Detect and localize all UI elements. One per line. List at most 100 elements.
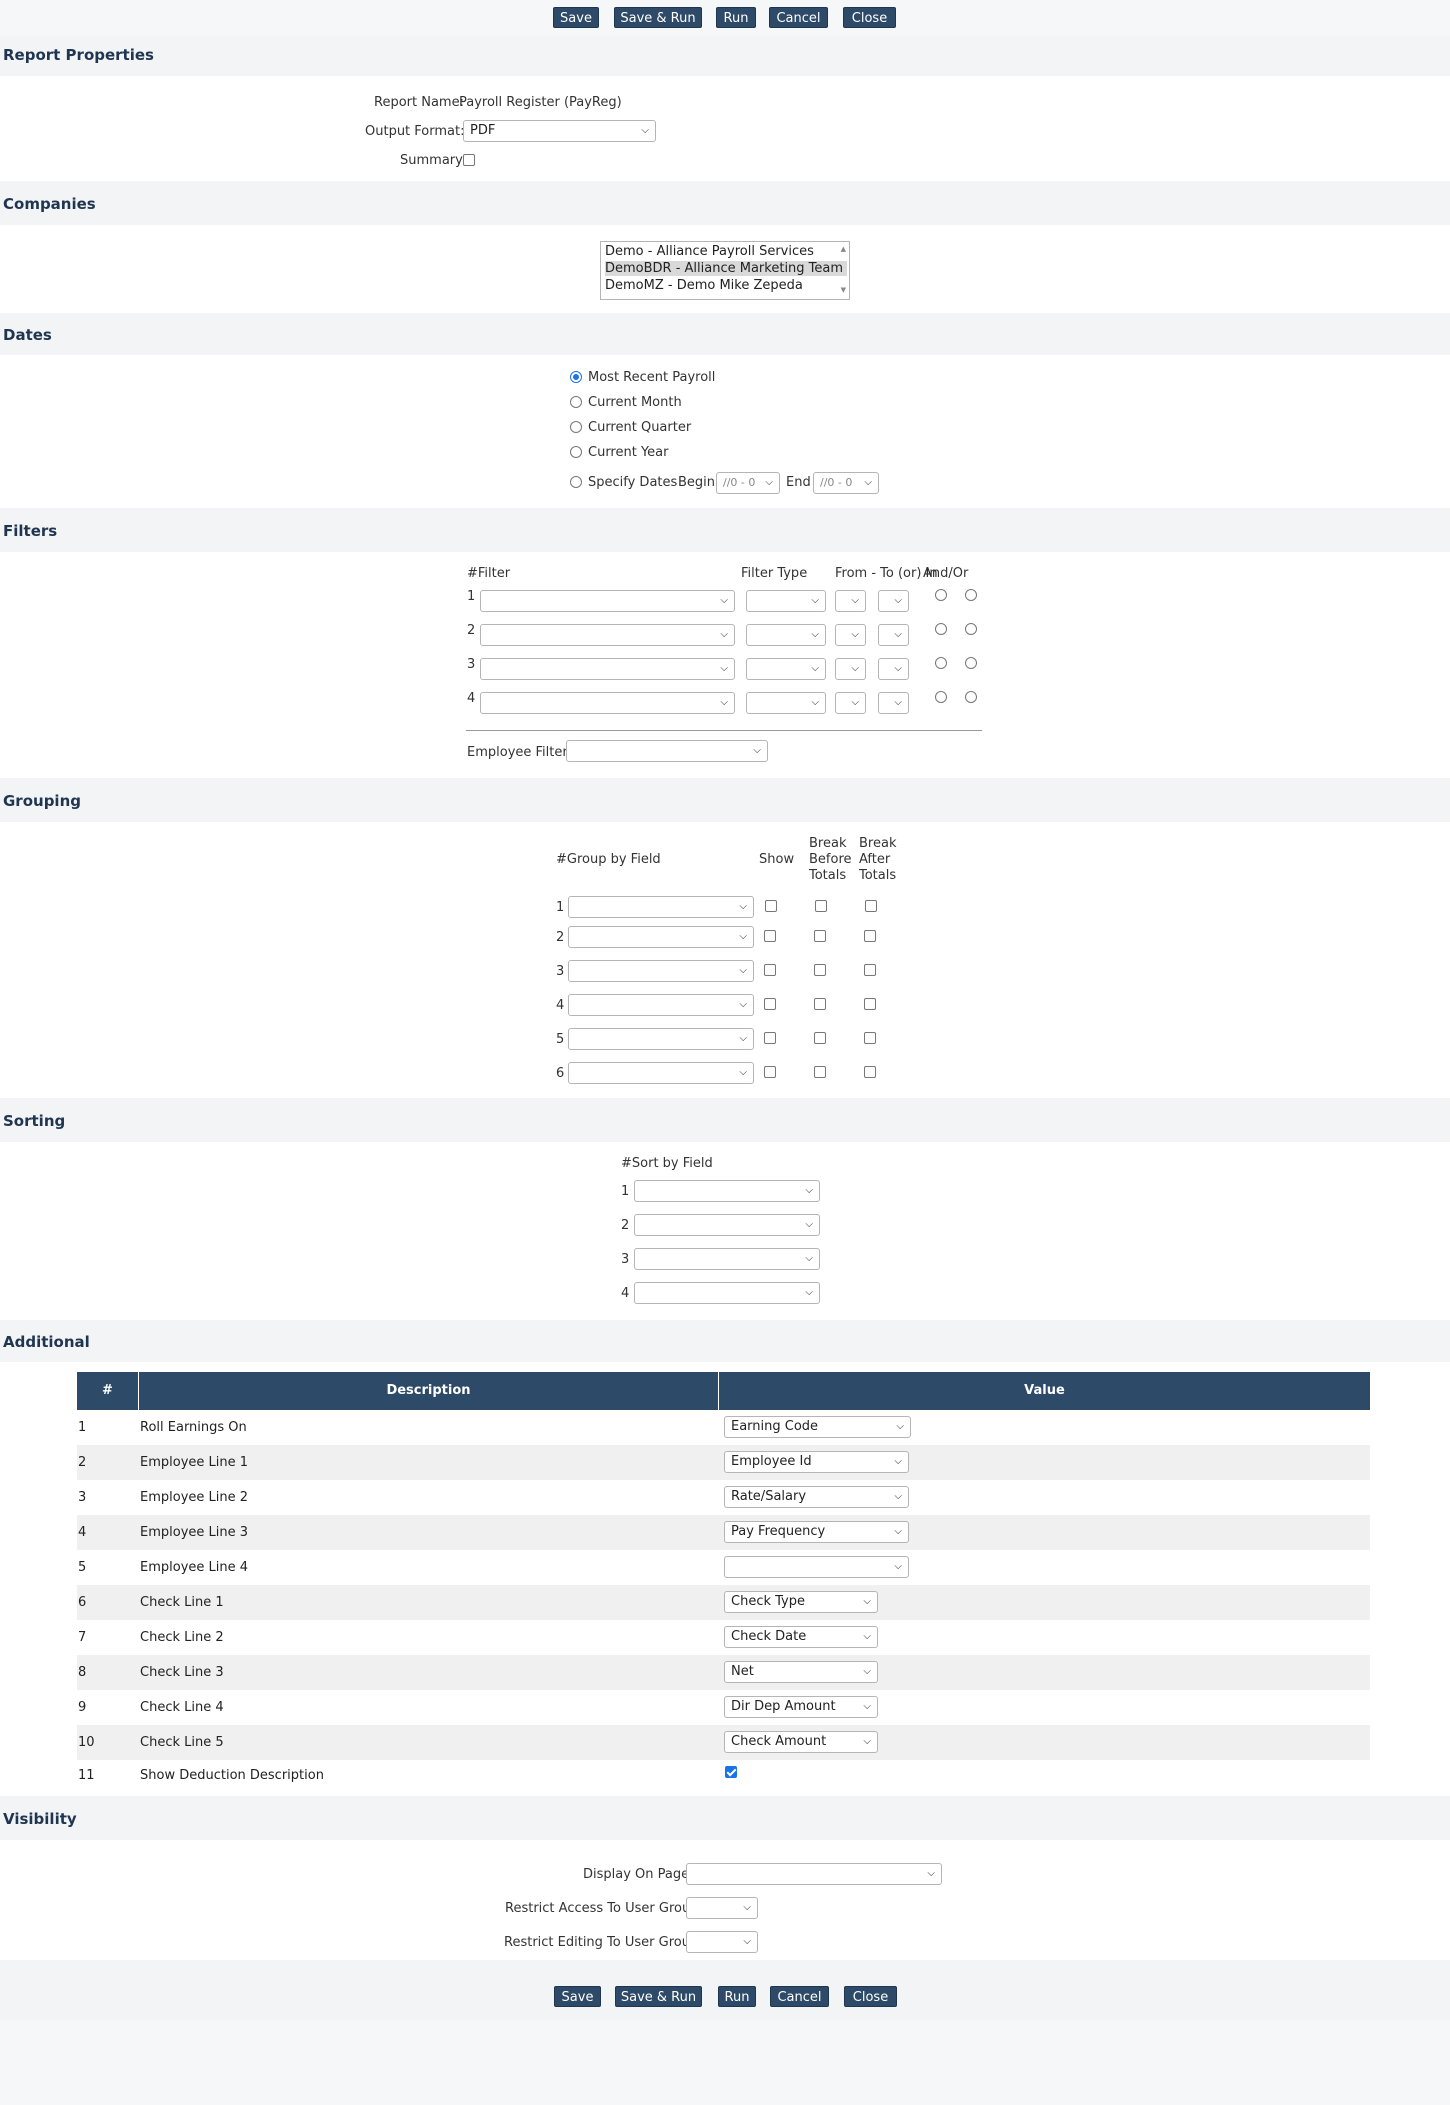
filter-field-select[interactable]: ⌵ bbox=[480, 692, 735, 714]
group-show-checkbox[interactable] bbox=[764, 964, 776, 976]
filter-type-select[interactable]: ⌵ bbox=[746, 590, 826, 612]
scroll-down-icon[interactable]: ▼ bbox=[841, 286, 846, 294]
summary-checkbox[interactable] bbox=[463, 154, 475, 166]
restrict-access-select[interactable]: ⌵ bbox=[686, 1897, 758, 1919]
employee-filter-select[interactable]: ⌵ bbox=[566, 740, 768, 762]
filter-from-select[interactable]: ⌵ bbox=[835, 624, 866, 646]
group-break-before-checkbox[interactable] bbox=[814, 1066, 826, 1078]
filter-or-radio[interactable] bbox=[965, 691, 977, 703]
group-break-after-checkbox[interactable] bbox=[864, 930, 876, 942]
save-button[interactable]: Save bbox=[553, 7, 599, 28]
filter-or-radio[interactable] bbox=[965, 623, 977, 635]
employee-line-4-select[interactable]: ⌵ bbox=[724, 1556, 909, 1578]
group-break-after-checkbox[interactable] bbox=[864, 1066, 876, 1078]
list-item[interactable]: Demo - Alliance Payroll Services bbox=[605, 244, 814, 259]
group-field-select[interactable]: ⌵ bbox=[568, 1028, 754, 1050]
run-button[interactable]: Run bbox=[716, 7, 756, 28]
close-button[interactable]: Close bbox=[843, 7, 896, 28]
run-button[interactable]: Run bbox=[718, 1986, 756, 2007]
check-line-3-select[interactable]: Net ⌵ bbox=[724, 1661, 878, 1683]
sort-field-select[interactable]: ⌵ bbox=[634, 1214, 820, 1236]
cancel-button[interactable]: Cancel bbox=[770, 1986, 829, 2007]
show-deduction-description-checkbox[interactable] bbox=[725, 1766, 737, 1778]
save-and-run-button[interactable]: Save & Run bbox=[614, 7, 702, 28]
chevron-down-icon: ⌵ bbox=[739, 999, 747, 1010]
group-break-after-checkbox[interactable] bbox=[864, 998, 876, 1010]
filter-type-select[interactable]: ⌵ bbox=[746, 624, 826, 646]
filter-and-radio[interactable] bbox=[935, 623, 947, 635]
employee-line-3-select[interactable]: Pay Frequency ⌵ bbox=[724, 1521, 909, 1543]
filter-to-select[interactable]: ⌵ bbox=[878, 658, 909, 680]
group-break-before-checkbox[interactable] bbox=[814, 964, 826, 976]
table-row: 11 Show Deduction Description bbox=[77, 1760, 1370, 1792]
save-button[interactable]: Save bbox=[554, 1986, 601, 2007]
specify-dates-radio[interactable] bbox=[570, 476, 582, 488]
current-year-radio[interactable] bbox=[570, 446, 582, 458]
companies-body: Demo - Alliance Payroll Services DemoBDR… bbox=[0, 225, 1450, 313]
table-row: 1 Roll Earnings On Earning Code ⌵ bbox=[77, 1410, 1370, 1445]
employee-line-1-select[interactable]: Employee Id ⌵ bbox=[724, 1451, 909, 1473]
filter-or-radio[interactable] bbox=[965, 589, 977, 601]
sort-field-select[interactable]: ⌵ bbox=[634, 1282, 820, 1304]
close-button[interactable]: Close bbox=[844, 1986, 897, 2007]
group-field-select[interactable]: ⌵ bbox=[568, 1062, 754, 1084]
check-line-1-select[interactable]: Check Type ⌵ bbox=[724, 1591, 878, 1613]
group-show-checkbox[interactable] bbox=[765, 900, 777, 912]
current-quarter-radio[interactable] bbox=[570, 421, 582, 433]
group-break-after-checkbox[interactable] bbox=[864, 964, 876, 976]
group-field-select[interactable]: ⌵ bbox=[568, 960, 754, 982]
filter-field-select[interactable]: ⌵ bbox=[480, 590, 735, 612]
group-break-after-checkbox[interactable] bbox=[865, 900, 877, 912]
group-break-after-checkbox[interactable] bbox=[864, 1032, 876, 1044]
filter-to-select[interactable]: ⌵ bbox=[878, 624, 909, 646]
filter-to-select[interactable]: ⌵ bbox=[878, 692, 909, 714]
filter-and-radio[interactable] bbox=[935, 589, 947, 601]
filter-or-radio[interactable] bbox=[965, 657, 977, 669]
display-on-page-select[interactable]: ⌵ bbox=[686, 1863, 942, 1885]
roll-earnings-on-select[interactable]: Earning Code ⌵ bbox=[724, 1416, 911, 1438]
most-recent-payroll-radio[interactable] bbox=[570, 371, 582, 383]
chevron-down-icon: ⌵ bbox=[720, 629, 728, 640]
group-field-select[interactable]: ⌵ bbox=[568, 896, 754, 918]
filter-field-select[interactable]: ⌵ bbox=[480, 658, 735, 680]
output-format-select[interactable]: PDF ⌵ bbox=[463, 120, 656, 142]
begin-date-select[interactable]: //0 - 0 ⌵ bbox=[716, 472, 780, 494]
filter-type-select[interactable]: ⌵ bbox=[746, 658, 826, 680]
cancel-button[interactable]: Cancel bbox=[769, 7, 828, 28]
check-line-2-select[interactable]: Check Date ⌵ bbox=[724, 1626, 878, 1648]
filter-from-select[interactable]: ⌵ bbox=[835, 590, 866, 612]
current-month-radio[interactable] bbox=[570, 396, 582, 408]
sort-field-select[interactable]: ⌵ bbox=[634, 1180, 820, 1202]
filter-type-select[interactable]: ⌵ bbox=[746, 692, 826, 714]
sort-field-select[interactable]: ⌵ bbox=[634, 1248, 820, 1270]
group-show-checkbox[interactable] bbox=[764, 1032, 776, 1044]
restrict-editing-select[interactable]: ⌵ bbox=[686, 1931, 758, 1953]
filter-and-radio[interactable] bbox=[935, 657, 947, 669]
scroll-up-icon[interactable]: ▲ bbox=[841, 245, 846, 253]
save-and-run-button[interactable]: Save & Run bbox=[615, 1986, 702, 2007]
table-row: 7 Check Line 2 Check Date ⌵ bbox=[77, 1620, 1370, 1655]
filter-to-select[interactable]: ⌵ bbox=[878, 590, 909, 612]
check-line-5-select[interactable]: Check Amount ⌵ bbox=[724, 1731, 878, 1753]
group-show-checkbox[interactable] bbox=[764, 930, 776, 942]
filter-and-radio[interactable] bbox=[935, 691, 947, 703]
companies-listbox[interactable]: Demo - Alliance Payroll Services DemoBDR… bbox=[600, 241, 850, 300]
group-break-before-checkbox[interactable] bbox=[815, 900, 827, 912]
group-field-select[interactable]: ⌵ bbox=[568, 994, 754, 1016]
group-break-before-checkbox[interactable] bbox=[814, 1032, 826, 1044]
group-break-before-checkbox[interactable] bbox=[814, 930, 826, 942]
group-break-before-checkbox[interactable] bbox=[814, 998, 826, 1010]
check-line-4-select[interactable]: Dir Dep Amount ⌵ bbox=[724, 1696, 878, 1718]
list-item[interactable]: DemoMZ - Demo Mike Zepeda bbox=[605, 278, 803, 293]
end-date-select[interactable]: //0 - 0 ⌵ bbox=[813, 472, 879, 494]
group-show-checkbox[interactable] bbox=[764, 1066, 776, 1078]
list-item[interactable]: DemoBDR - Alliance Marketing Team bbox=[605, 261, 848, 276]
employee-line-2-select[interactable]: Rate/Salary ⌵ bbox=[724, 1486, 909, 1508]
group-field-select[interactable]: ⌵ bbox=[568, 926, 754, 948]
sorting-body: #Sort by Field 1 ⌵ 2 ⌵ 3 ⌵ 4 ⌵ bbox=[0, 1142, 1450, 1320]
sorting-header: Sorting bbox=[0, 1098, 1450, 1142]
filter-field-select[interactable]: ⌵ bbox=[480, 624, 735, 646]
filter-from-select[interactable]: ⌵ bbox=[835, 692, 866, 714]
group-show-checkbox[interactable] bbox=[764, 998, 776, 1010]
filter-from-select[interactable]: ⌵ bbox=[835, 658, 866, 680]
